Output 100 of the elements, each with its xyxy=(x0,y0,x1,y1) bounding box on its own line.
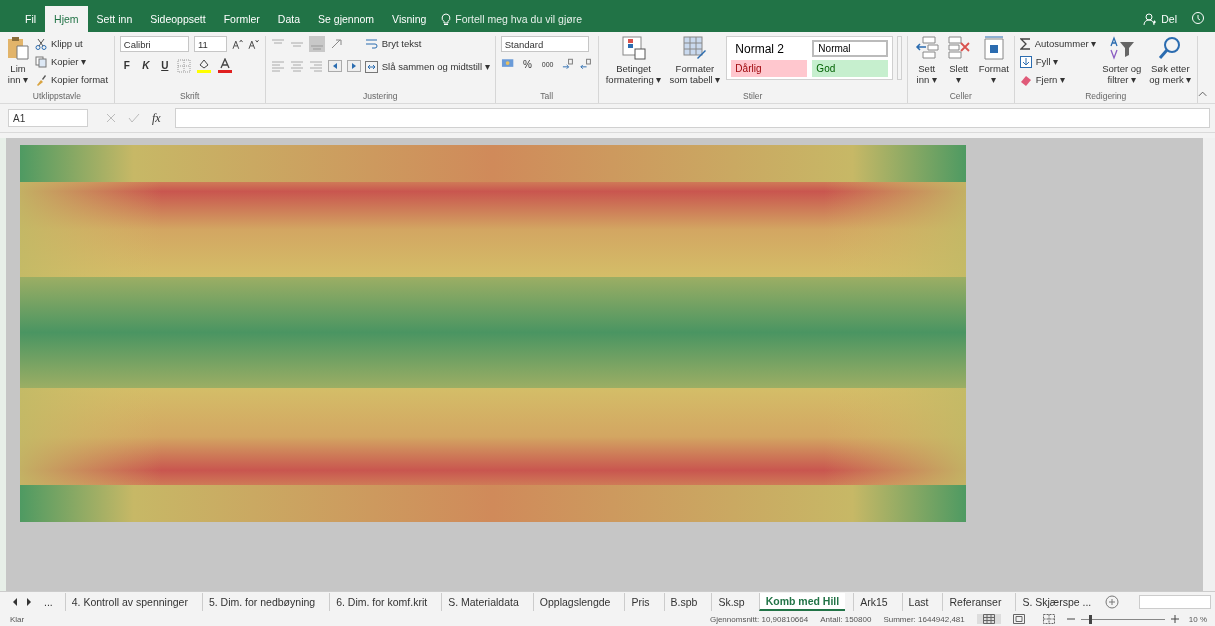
group-label: Stiler xyxy=(742,91,764,103)
table-rules-icon xyxy=(621,36,646,60)
insert-cells-icon xyxy=(914,36,939,60)
increase-decimal-icon[interactable] xyxy=(561,58,575,70)
ribbon-tab[interactable]: Fil xyxy=(16,6,46,32)
brush-icon xyxy=(35,73,47,86)
eraser-icon xyxy=(1019,73,1032,86)
insert-function-button[interactable]: fx xyxy=(152,110,161,126)
ribbon-tab[interactable]: Se gjennom xyxy=(309,6,384,32)
find-select-button[interactable]: Søk etter og merk ▾ xyxy=(1147,36,1194,91)
delete-cells-icon xyxy=(946,36,971,60)
delete-cells-button[interactable]: Slett ▾ xyxy=(944,36,973,91)
group-label: Utklippstavle xyxy=(31,91,82,103)
copy-button[interactable]: Kopier ▾ xyxy=(35,54,109,69)
font-size-field[interactable]: 11 xyxy=(194,36,227,52)
previous-sheet-icon[interactable] xyxy=(12,598,18,606)
zoom-level[interactable]: 10 % xyxy=(1188,614,1207,624)
format-cells-button[interactable]: Format ▾ xyxy=(976,36,1011,91)
font-name-field[interactable]: Calibri xyxy=(119,36,189,52)
cell-style-option[interactable]: God xyxy=(812,60,889,77)
sheet-tab[interactable]: B.spb xyxy=(663,593,704,611)
ribbon-tab[interactable]: Formler xyxy=(214,6,269,32)
sheet-tab[interactable]: Komb med Hill xyxy=(758,593,846,611)
cell-style-option[interactable]: Dårlig xyxy=(731,60,808,77)
cell-style-option[interactable]: Normal 2 xyxy=(731,40,808,57)
italic-button[interactable]: K xyxy=(138,60,153,71)
copy-icon xyxy=(35,55,47,68)
clipboard-icon xyxy=(7,36,29,60)
cut-button[interactable]: Klipp ut xyxy=(35,36,109,51)
ribbon-tab[interactable]: Sideoppsett xyxy=(141,6,215,32)
conditional-formatting-button[interactable]: Betinget formatering ▾ xyxy=(603,36,664,91)
underline-button[interactable]: U xyxy=(157,60,172,71)
currency-icon[interactable] xyxy=(500,58,516,70)
sheet-tab[interactable]: 4. Kontroll av spenninger xyxy=(64,593,194,611)
shrink-font-icon[interactable] xyxy=(248,38,260,50)
check-icon[interactable] xyxy=(128,113,140,123)
number-format-field[interactable]: Standard xyxy=(500,36,589,52)
cell-style-option[interactable]: Normal xyxy=(812,40,889,57)
font-color-icon[interactable] xyxy=(216,58,233,73)
sheet-tab[interactable]: 5. Dim. for nedbøyning xyxy=(201,593,322,611)
format-cells-icon xyxy=(981,36,1006,60)
add-sheet-icon[interactable] xyxy=(1105,595,1120,609)
grow-font-icon[interactable] xyxy=(231,38,244,50)
ribbon-tab[interactable]: Hjem xyxy=(45,6,88,32)
autosum-button[interactable]: Autosummer ▾ xyxy=(1019,36,1097,51)
tell-me-button[interactable]: Fortell meg hva du vil gjøre xyxy=(435,6,582,32)
down-arrow-icon xyxy=(1019,55,1032,68)
fill-color-icon[interactable] xyxy=(195,58,212,73)
zoom-thumb[interactable] xyxy=(1089,614,1093,624)
group-label: Tall xyxy=(539,91,555,103)
group-label: Redigering xyxy=(1084,91,1128,103)
sort-filter-button[interactable]: Sorter og filtrer ▾ xyxy=(1100,36,1144,91)
increase-indent-icon[interactable] xyxy=(346,60,361,72)
merge-icon xyxy=(364,60,378,73)
zoom-in-icon[interactable] xyxy=(1170,615,1179,623)
sum-readout: Summer: 1644942,481 xyxy=(883,614,965,624)
clear-button[interactable]: Fjern ▾ xyxy=(1019,72,1097,87)
insert-cells-button[interactable]: Sett inn ▾ xyxy=(912,36,941,91)
sheet-tab[interactable]: Ark15 xyxy=(853,593,894,611)
sheet-tab[interactable]: S. Materialdata xyxy=(441,593,525,611)
ribbon-tab[interactable]: Data xyxy=(268,6,310,32)
sheet-tab[interactable]: Opplagslengde xyxy=(532,593,617,611)
sheet-tab[interactable]: Last xyxy=(901,593,935,611)
vertical-scrollbar[interactable] xyxy=(1203,138,1215,591)
bottom-align-icon[interactable] xyxy=(308,36,325,52)
format-as-table-button[interactable]: Formater som tabell ▾ xyxy=(667,36,723,91)
decrease-decimal-icon[interactable] xyxy=(579,58,593,70)
sheet-tab[interactable]: 6. Dim. for komf.krit xyxy=(329,593,434,611)
horizontal-scrollbar[interactable] xyxy=(1139,595,1212,609)
zoom-out-icon[interactable] xyxy=(1066,615,1075,623)
lightbulb-icon xyxy=(441,12,452,26)
history-icon[interactable] xyxy=(1191,11,1205,25)
normal-view-icon[interactable] xyxy=(976,614,1001,624)
paste-button[interactable]: Lim inn ▾ xyxy=(5,36,31,91)
search-icon xyxy=(1158,36,1183,60)
gallery-scrollbar[interactable] xyxy=(897,36,902,80)
more-sheets-button[interactable]: ... xyxy=(40,593,57,611)
group-label: Justering xyxy=(362,91,399,103)
format-painter-button[interactable]: Kopier format xyxy=(35,72,109,87)
status-mode: Klar xyxy=(10,614,25,624)
collapse-ribbon-icon[interactable] xyxy=(1197,91,1207,97)
name-box[interactable]: A1 xyxy=(8,109,88,127)
merge-center-button[interactable]: Slå sammen og midtstill ▾ xyxy=(364,59,490,74)
share-button[interactable]: Del xyxy=(1143,6,1177,32)
cancel-icon[interactable] xyxy=(106,113,116,123)
wrap-text-button[interactable]: Bryt tekst xyxy=(364,36,490,51)
ribbon-tab[interactable]: Sett inn xyxy=(87,6,142,32)
percent-button[interactable]: % xyxy=(520,58,535,70)
fill-button[interactable]: Fyll ▾ xyxy=(1019,54,1097,69)
sheet-tab[interactable]: Pris xyxy=(624,593,656,611)
next-sheet-icon[interactable] xyxy=(26,598,32,606)
ribbon-tab[interactable]: Visning xyxy=(383,6,436,32)
sheet-tab[interactable]: Referanser xyxy=(942,593,1008,611)
sheet-tab[interactable]: Sk.sp xyxy=(711,593,751,611)
sigma-icon xyxy=(1019,37,1031,50)
average-readout: Gjennomsnitt: 10,90810664 xyxy=(709,614,809,624)
formula-field[interactable] xyxy=(174,108,1210,128)
sheet-tab[interactable]: S. Skjærspe ... xyxy=(1015,593,1098,611)
decrease-indent-icon[interactable] xyxy=(327,60,342,72)
bold-button[interactable]: F xyxy=(119,60,134,71)
